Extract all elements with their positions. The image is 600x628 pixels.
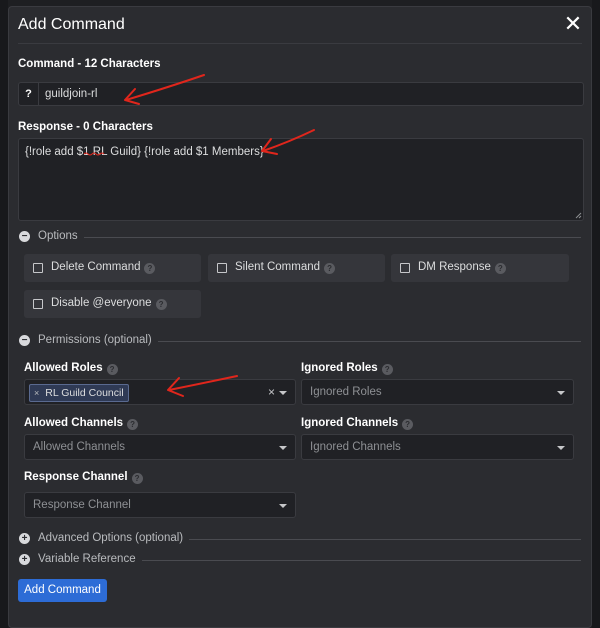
ignored-roles-select[interactable]: Ignored Roles	[301, 379, 574, 405]
option-disable-everyone[interactable]: Disable @everyone?	[24, 290, 201, 318]
checkbox-icon[interactable]	[33, 263, 43, 273]
response-textarea[interactable]: {!role add $1 RL Guild} {!role add $1 Me…	[18, 138, 584, 221]
options-divider	[38, 237, 581, 238]
help-icon[interactable]: ?	[127, 419, 139, 430]
chevron-down-icon[interactable]	[557, 446, 565, 450]
expand-icon[interactable]: +	[19, 533, 30, 544]
ignored-channels-select[interactable]: Ignored Channels	[301, 434, 574, 460]
command-field: ?	[18, 82, 584, 106]
annotation-arrow-icon	[167, 375, 238, 397]
checkbox-icon[interactable]	[400, 263, 410, 273]
expand-icon[interactable]: +	[19, 554, 30, 565]
modal-title: Add Command	[18, 16, 125, 33]
ignored-channels-placeholder: Ignored Channels	[310, 441, 401, 453]
help-icon[interactable]: ?	[402, 419, 414, 430]
help-icon[interactable]: ?	[381, 364, 393, 375]
allowed-channels-select[interactable]: Allowed Channels	[24, 434, 296, 460]
close-icon[interactable]: ✕	[563, 13, 583, 35]
permissions-title: Permissions (optional)	[38, 334, 158, 346]
help-icon[interactable]: ?	[155, 299, 167, 310]
response-channel-label: Response Channel?	[24, 471, 143, 484]
help-icon[interactable]: ?	[131, 473, 143, 484]
add-command-modal: Add Command ✕ Command - 12 Characters ? …	[8, 6, 592, 628]
options-section-header[interactable]: − Options	[19, 230, 581, 244]
help-icon[interactable]: ?	[144, 263, 156, 274]
chevron-down-icon[interactable]	[557, 391, 565, 395]
advanced-options-header[interactable]: + Advanced Options (optional)	[19, 532, 581, 546]
command-input[interactable]	[41, 83, 583, 105]
chevron-down-icon[interactable]	[279, 391, 287, 395]
allowed-roles-label: Allowed Roles?	[24, 362, 118, 375]
option-label: Silent Command	[235, 261, 321, 273]
role-tag-label: RL Guild Council	[45, 387, 124, 399]
clear-icon[interactable]: ×	[268, 385, 275, 399]
ignored-roles-label: Ignored Roles?	[301, 362, 393, 375]
option-silent-command[interactable]: Silent Command?	[208, 254, 385, 282]
ignored-channels-label: Ignored Channels?	[301, 417, 414, 430]
tag-remove-icon[interactable]: ×	[34, 388, 39, 398]
chevron-down-icon[interactable]	[279, 504, 287, 508]
option-delete-command[interactable]: Delete Command?	[24, 254, 201, 282]
advanced-options-title: Advanced Options (optional)	[38, 532, 190, 544]
command-prefix: ?	[19, 83, 39, 105]
chevron-down-icon[interactable]	[279, 446, 287, 450]
response-channel-placeholder: Response Channel	[33, 499, 131, 511]
resize-handle-icon[interactable]	[574, 211, 582, 219]
modal-header: Add Command ✕	[9, 7, 591, 43]
response-text: {!role add $1 RL Guild} {!role add $1 Me…	[25, 146, 264, 158]
command-label: Command - 12 Characters	[18, 58, 161, 70]
response-channel-select[interactable]: Response Channel	[24, 492, 296, 518]
add-command-button[interactable]: Add Command	[18, 579, 107, 602]
option-dm-response[interactable]: DM Response?	[391, 254, 569, 282]
permissions-section-header[interactable]: − Permissions (optional)	[19, 334, 581, 348]
help-icon[interactable]: ?	[106, 364, 118, 375]
help-icon[interactable]: ?	[324, 263, 336, 274]
option-label: Delete Command	[51, 261, 141, 273]
collapse-icon[interactable]: −	[19, 231, 30, 242]
background-right-edge	[592, 0, 600, 628]
role-tag: × RL Guild Council	[29, 384, 129, 402]
help-icon[interactable]: ?	[494, 263, 506, 274]
variable-reference-title: Variable Reference	[38, 553, 142, 565]
collapse-icon[interactable]: −	[19, 335, 30, 346]
checkbox-icon[interactable]	[33, 299, 43, 309]
option-label: DM Response	[418, 261, 491, 273]
variable-reference-header[interactable]: + Variable Reference	[19, 553, 581, 567]
options-title: Options	[38, 230, 84, 242]
ignored-roles-placeholder: Ignored Roles	[310, 386, 382, 398]
header-divider	[18, 43, 582, 44]
allowed-roles-select[interactable]: × RL Guild Council ×	[24, 379, 296, 405]
background-left-edge	[0, 0, 8, 628]
allowed-channels-placeholder: Allowed Channels	[33, 441, 126, 453]
checkbox-icon[interactable]	[217, 263, 227, 273]
response-label: Response - 0 Characters	[18, 121, 153, 133]
option-label: Disable @everyone	[51, 297, 152, 309]
allowed-channels-label: Allowed Channels?	[24, 417, 139, 430]
